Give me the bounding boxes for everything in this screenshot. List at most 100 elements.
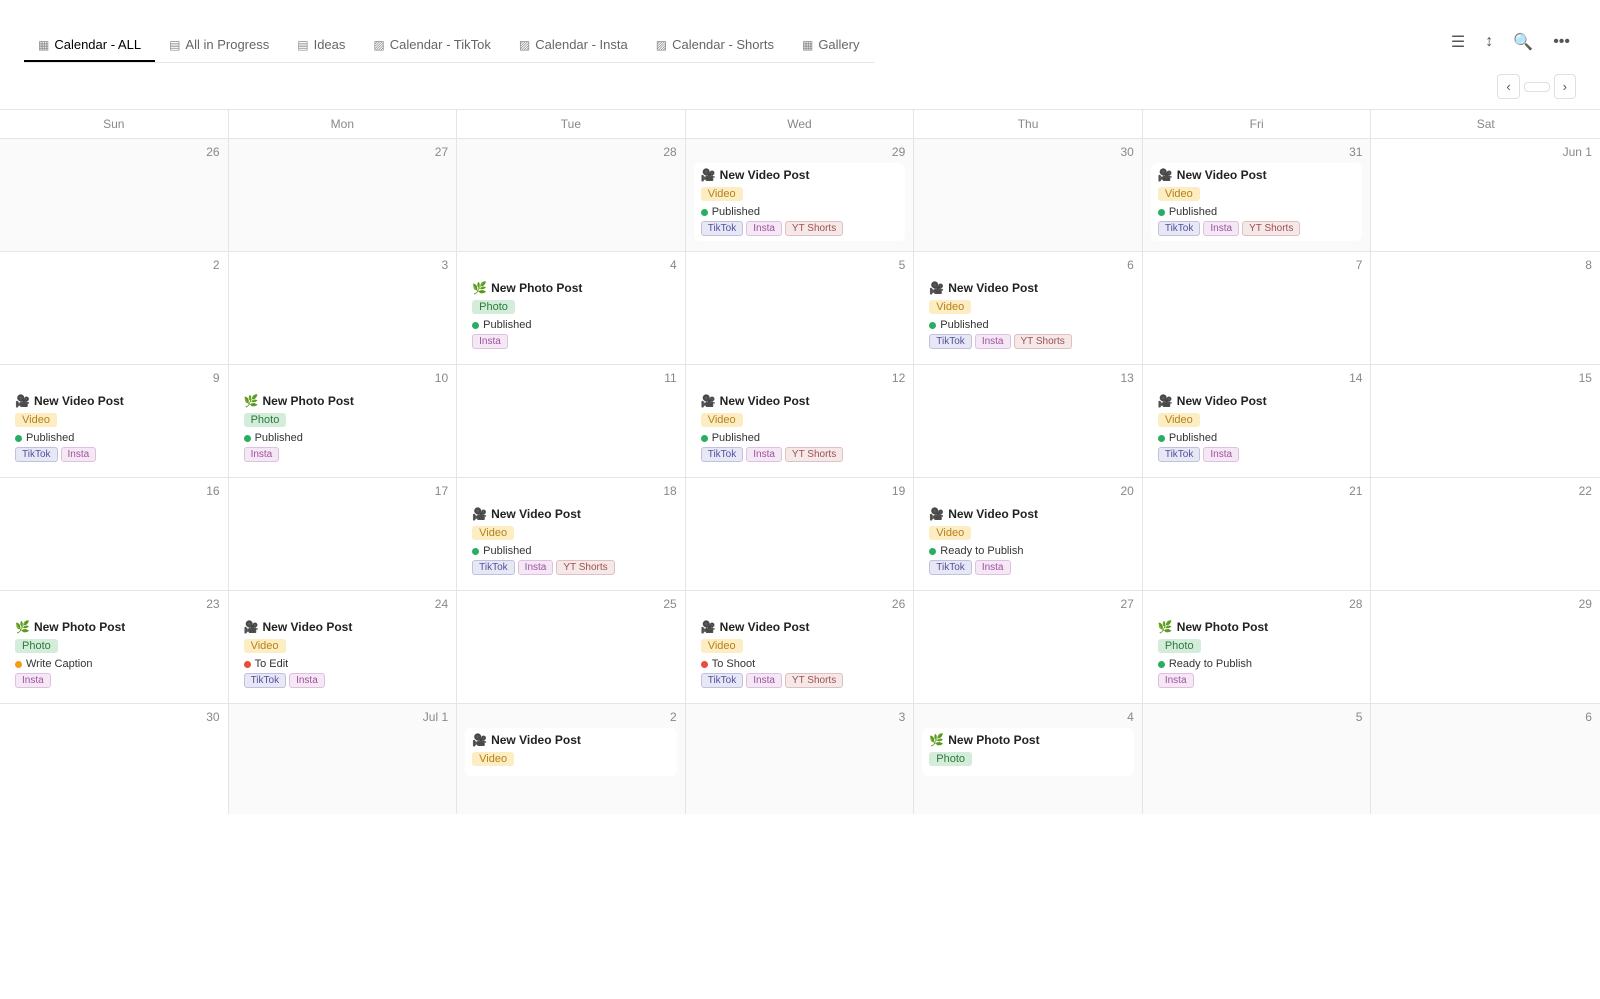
nav-tab-icon: ▦	[38, 38, 49, 52]
platform-tag[interactable]: TikTok	[1158, 221, 1201, 236]
platform-tag[interactable]: TikTok	[1158, 447, 1201, 462]
day-number: 5	[694, 258, 906, 272]
event-card-0-3-0[interactable]: 🎥 New Video Post Video Published TikTokI…	[694, 163, 906, 241]
platform-tag[interactable]: YT Shorts	[556, 560, 614, 575]
platform-tag[interactable]: YT Shorts	[785, 447, 843, 462]
platform-tag[interactable]: Insta	[61, 447, 97, 462]
platforms: TikTokInstaYT Shorts	[929, 334, 1127, 349]
platform-tag[interactable]: Insta	[518, 560, 554, 575]
event-card-3-4-0[interactable]: 🎥 New Video Post Video Ready to Publish …	[922, 502, 1134, 580]
event-card-5-4-0[interactable]: 🌿 New Photo Post Photo	[922, 728, 1134, 776]
day-num-label: 10	[237, 371, 449, 385]
cal-cell-1-2: 4 🌿 New Photo Post Photo Published Insta	[457, 252, 686, 364]
day-number: Jul 1	[237, 710, 449, 724]
event-card-4-1-0[interactable]: 🎥 New Video Post Video To Edit TikTokIns…	[237, 615, 449, 693]
cal-cell-4-3: 26 🎥 New Video Post Video To Shoot TikTo…	[686, 591, 915, 703]
day-number: 16	[8, 484, 220, 498]
event-title-text: New Video Post	[720, 168, 810, 182]
event-card-2-3-0[interactable]: 🎥 New Video Post Video Published TikTokI…	[694, 389, 906, 467]
day-number: 29	[694, 145, 906, 159]
cal-cell-5-2: 2 🎥 New Video Post Video	[457, 704, 686, 814]
event-card-4-3-0[interactable]: 🎥 New Video Post Video To Shoot TikTokIn…	[694, 615, 906, 693]
platform-tag[interactable]: Insta	[1203, 221, 1239, 236]
platform-tag[interactable]: YT Shorts	[1242, 221, 1300, 236]
nav-tab-all-in-progress[interactable]: ▤All in Progress	[155, 29, 283, 62]
platforms: Insta	[15, 673, 213, 688]
nav-tab-ideas[interactable]: ▤Ideas	[283, 29, 359, 62]
platform-tag[interactable]: TikTok	[472, 560, 515, 575]
platforms: Insta	[244, 447, 442, 462]
nav-tab-calendar-tiktok[interactable]: ▨Calendar - TikTok	[359, 29, 505, 62]
day-num-label: 30	[8, 710, 220, 724]
search-button[interactable]: 🔍	[1507, 28, 1539, 56]
platforms: TikTokInsta	[15, 447, 213, 462]
status-row: Published	[472, 319, 670, 331]
platform-tag[interactable]: Insta	[244, 447, 280, 462]
status-label: Published	[712, 432, 760, 444]
week-row-0: 26272829 🎥 New Video Post Video Publishe…	[0, 138, 1600, 251]
platform-tag[interactable]: Insta	[289, 673, 325, 688]
day-num-label: 23	[8, 597, 220, 611]
platform-tag[interactable]: Insta	[15, 673, 51, 688]
platform-tag[interactable]: TikTok	[701, 673, 744, 688]
platform-tag[interactable]: TikTok	[701, 447, 744, 462]
event-card-1-2-0[interactable]: 🌿 New Photo Post Photo Published Insta	[465, 276, 677, 354]
type-tag: Video	[701, 187, 743, 201]
event-card-3-2-0[interactable]: 🎥 New Video Post Video Published TikTokI…	[465, 502, 677, 580]
nav-tab-label: Calendar - ALL	[54, 37, 141, 52]
platform-tag[interactable]: TikTok	[244, 673, 287, 688]
event-title: 🌿 New Photo Post	[472, 281, 670, 295]
day-num-label: 9	[8, 371, 220, 385]
event-title-text: New Video Post	[1177, 394, 1267, 408]
platforms: TikTokInsta	[929, 560, 1127, 575]
filter-button[interactable]: ☰	[1445, 28, 1471, 56]
prev-button[interactable]: ‹	[1497, 74, 1519, 99]
platform-tag[interactable]: Insta	[746, 673, 782, 688]
platform-tag[interactable]: Insta	[746, 447, 782, 462]
nav-tab-icon: ▨	[519, 38, 530, 52]
day-num-label: 14	[1151, 371, 1363, 385]
event-card-2-1-0[interactable]: 🌿 New Photo Post Photo Published Insta	[237, 389, 449, 467]
more-button[interactable]: •••	[1547, 29, 1576, 55]
type-tag: Video	[701, 639, 743, 653]
platform-tag[interactable]: TikTok	[929, 334, 972, 349]
event-title: 🎥 New Video Post	[701, 168, 899, 182]
platform-tag[interactable]: Insta	[1203, 447, 1239, 462]
cal-cell-2-2: 11	[457, 365, 686, 477]
event-card-5-2-0[interactable]: 🎥 New Video Post Video	[465, 728, 677, 776]
event-card-4-5-0[interactable]: 🌿 New Photo Post Photo Ready to Publish …	[1151, 615, 1363, 693]
day-number: 27	[237, 145, 449, 159]
platform-tag[interactable]: YT Shorts	[1014, 334, 1072, 349]
today-button[interactable]	[1524, 82, 1550, 92]
platforms: TikTokInsta	[1158, 447, 1356, 462]
day-num-label: 7	[1151, 258, 1363, 272]
platform-tag[interactable]: YT Shorts	[785, 673, 843, 688]
event-title: 🎥 New Video Post	[701, 620, 899, 634]
platform-tag[interactable]: Insta	[975, 334, 1011, 349]
nav-tab-gallery[interactable]: ▦Gallery	[788, 29, 874, 62]
event-card-2-0-0[interactable]: 🎥 New Video Post Video Published TikTokI…	[8, 389, 220, 467]
cal-cell-3-2: 18 🎥 New Video Post Video Published TikT…	[457, 478, 686, 590]
nav-tab-calendar-all[interactable]: ▦ Calendar - ALL	[24, 29, 155, 62]
platform-tag[interactable]: TikTok	[929, 560, 972, 575]
platform-tag[interactable]: Insta	[975, 560, 1011, 575]
day-header-sun: Sun	[0, 110, 229, 138]
platform-tag[interactable]: TikTok	[701, 221, 744, 236]
event-card-1-4-0[interactable]: 🎥 New Video Post Video Published TikTokI…	[922, 276, 1134, 354]
nav-tab-calendar-shorts[interactable]: ▨Calendar - Shorts	[642, 29, 788, 62]
platform-tag[interactable]: Insta	[746, 221, 782, 236]
event-card-4-0-0[interactable]: 🌿 New Photo Post Photo Write Caption Ins…	[8, 615, 220, 693]
event-title-text: New Video Post	[948, 281, 1038, 295]
platform-tag[interactable]: YT Shorts	[785, 221, 843, 236]
event-card-0-5-0[interactable]: 🎥 New Video Post Video Published TikTokI…	[1151, 163, 1363, 241]
event-card-2-5-0[interactable]: 🎥 New Video Post Video Published TikTokI…	[1151, 389, 1363, 467]
next-button[interactable]: ›	[1554, 74, 1576, 99]
platform-tag[interactable]: Insta	[1158, 673, 1194, 688]
nav-tab-calendar-insta[interactable]: ▨Calendar - Insta	[505, 29, 642, 62]
event-title-text: New Video Post	[491, 507, 581, 521]
sort-button[interactable]: ↕	[1479, 29, 1499, 55]
platform-tag[interactable]: TikTok	[15, 447, 58, 462]
type-tag: Photo	[1158, 639, 1201, 653]
type-tag: Photo	[15, 639, 58, 653]
platform-tag[interactable]: Insta	[472, 334, 508, 349]
